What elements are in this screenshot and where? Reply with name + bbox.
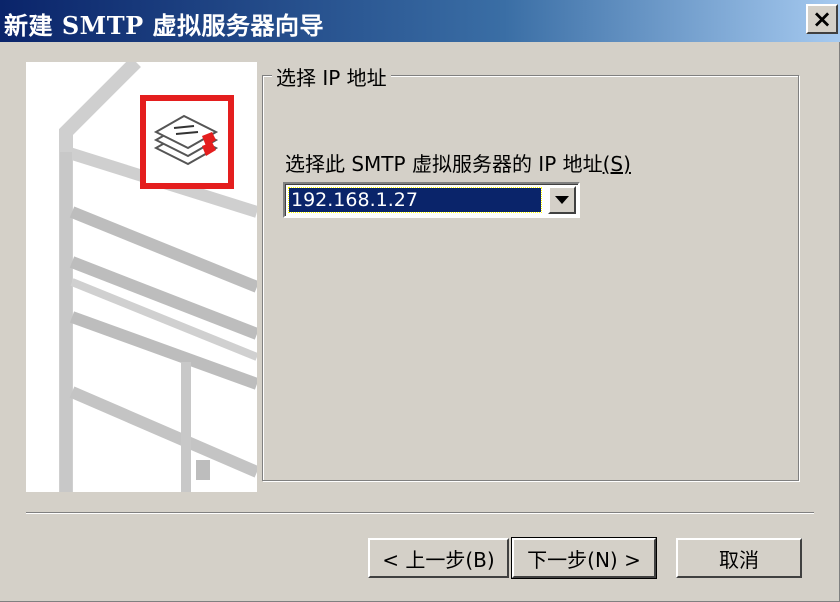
ip-select-label: 选择此 SMTP 虚拟服务器的 IP 地址(S) (285, 148, 631, 177)
ip-address-groupbox (262, 75, 799, 481)
ip-select-mnemonic: (S) (602, 152, 631, 176)
ip-select-label-text: 选择此 SMTP 虚拟服务器的 IP 地址 (285, 152, 603, 176)
dropdown-button[interactable] (548, 186, 576, 214)
back-button[interactable]: < 上一步(B) (368, 538, 509, 578)
dropdown-arrow-icon (555, 196, 569, 204)
wizard-window: 新建 SMTP 虚拟服务器向导 × 选择 IP 地址 选择此 SMTP 虚拟服务… (0, 0, 840, 602)
ip-address-select[interactable]: 192.168.1.27 (283, 182, 580, 218)
cancel-button[interactable]: 取消 (676, 538, 802, 578)
next-button[interactable]: 下一步(N) > (511, 537, 657, 579)
wizard-illustration (26, 62, 257, 492)
ip-address-value: 192.168.1.27 (288, 187, 542, 213)
group-legend: 选择 IP 地址 (272, 62, 391, 91)
close-button[interactable]: × (806, 4, 838, 34)
close-icon: × (811, 5, 833, 33)
server-illustration (59, 62, 257, 492)
button-divider (26, 512, 814, 514)
window-title: 新建 SMTP 虚拟服务器向导 (4, 11, 325, 40)
title-bar[interactable]: 新建 SMTP 虚拟服务器向导 × (0, 0, 840, 42)
smtp-mail-icon (140, 95, 234, 189)
